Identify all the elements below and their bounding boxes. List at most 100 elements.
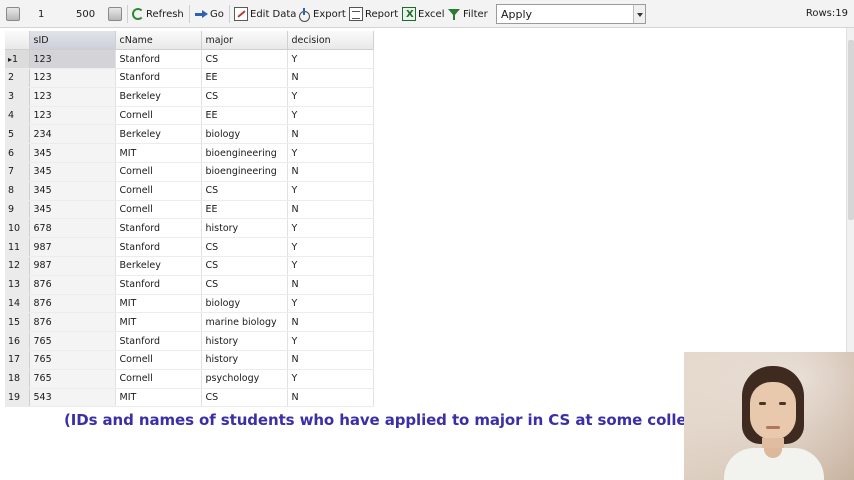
major-cell[interactable]: EE (201, 68, 288, 88)
cname-cell[interactable]: Cornell (115, 350, 202, 370)
table-row[interactable]: 7 345 Cornell bioengineering N (5, 162, 374, 182)
major-cell[interactable]: CS (201, 87, 288, 107)
cname-cell[interactable]: Berkeley (115, 256, 202, 276)
first-page-button[interactable] (6, 6, 22, 22)
row-number-cell[interactable]: 14 (5, 294, 30, 314)
decision-cell[interactable]: N (287, 275, 374, 295)
excel-button[interactable]: Excel (402, 6, 445, 22)
row-number-cell[interactable]: 17 (5, 350, 30, 370)
decision-cell[interactable]: Y (287, 369, 374, 389)
row-number-cell[interactable]: 12 (5, 256, 30, 276)
cname-cell[interactable]: Cornell (115, 181, 202, 201)
sid-cell[interactable]: 234 (29, 124, 116, 145)
decision-cell[interactable]: Y (287, 331, 374, 352)
decision-cell[interactable]: N (287, 162, 374, 182)
table-row[interactable]: ▸1 123 Stanford CS Y (5, 49, 374, 70)
row-number-cell[interactable]: 6 (5, 143, 30, 164)
major-cell[interactable]: bioengineering (201, 162, 288, 182)
sid-cell[interactable]: 543 (29, 388, 116, 408)
filter-apply-select[interactable]: Apply (496, 4, 646, 24)
major-cell[interactable]: biology (201, 124, 288, 145)
row-number-cell[interactable]: 18 (5, 369, 30, 389)
table-row[interactable]: 5 234 Berkeley biology N (5, 124, 374, 145)
major-cell[interactable]: history (201, 331, 288, 352)
major-cell[interactable]: history (201, 350, 288, 370)
sid-cell[interactable]: 876 (29, 275, 116, 295)
major-cell[interactable]: CS (201, 237, 288, 258)
major-cell[interactable]: biology (201, 294, 288, 314)
decision-cell[interactable]: Y (287, 218, 374, 239)
decision-cell[interactable]: Y (287, 143, 374, 164)
row-number-cell[interactable]: 10 (5, 218, 30, 239)
sid-cell[interactable]: 123 (29, 106, 116, 126)
column-header-sid[interactable]: sID (29, 31, 116, 51)
cname-cell[interactable]: Cornell (115, 200, 202, 220)
cname-cell[interactable]: Cornell (115, 106, 202, 126)
cname-cell[interactable]: Stanford (115, 218, 202, 239)
sid-cell[interactable]: 765 (29, 331, 116, 352)
cname-cell[interactable]: Stanford (115, 275, 202, 295)
decision-cell[interactable]: Y (287, 256, 374, 276)
decision-cell[interactable]: Y (287, 237, 374, 258)
major-cell[interactable]: history (201, 218, 288, 239)
decision-cell[interactable]: N (287, 124, 374, 145)
cname-cell[interactable]: Cornell (115, 369, 202, 389)
sid-cell[interactable]: 876 (29, 312, 116, 333)
decision-cell[interactable]: Y (287, 106, 374, 126)
table-row[interactable]: 2 123 Stanford EE N (5, 68, 374, 88)
decision-cell[interactable]: N (287, 388, 374, 408)
cname-cell[interactable]: MIT (115, 143, 202, 164)
edit-data-button[interactable]: Edit Data (234, 6, 296, 22)
row-number-cell[interactable]: 15 (5, 312, 30, 333)
decision-cell[interactable]: Y (287, 294, 374, 314)
row-number-cell[interactable]: 16 (5, 331, 30, 352)
grid-options-button[interactable] (108, 6, 124, 22)
table-row[interactable]: 11 987 Stanford CS Y (5, 237, 374, 258)
decision-cell[interactable]: Y (287, 49, 374, 70)
cname-cell[interactable]: Stanford (115, 237, 202, 258)
decision-cell[interactable]: N (287, 200, 374, 220)
decision-cell[interactable]: N (287, 312, 374, 333)
sid-cell[interactable]: 345 (29, 162, 116, 182)
go-button[interactable]: Go (194, 6, 224, 22)
table-row[interactable]: 13 876 Stanford CS N (5, 275, 374, 295)
major-cell[interactable]: EE (201, 106, 288, 126)
sid-cell[interactable]: 123 (29, 49, 116, 70)
major-cell[interactable]: marine biology (201, 312, 288, 333)
row-number-cell[interactable]: 9 (5, 200, 30, 220)
filter-button[interactable]: Filter (447, 6, 488, 22)
export-button[interactable]: Export (297, 6, 346, 22)
range-end[interactable]: 500 (76, 6, 95, 22)
sid-cell[interactable]: 345 (29, 200, 116, 220)
column-header-cname[interactable]: cName (115, 31, 202, 51)
decision-cell[interactable]: N (287, 68, 374, 88)
report-button[interactable]: Report (349, 6, 398, 22)
major-cell[interactable]: EE (201, 200, 288, 220)
row-number-cell[interactable]: 13 (5, 275, 30, 295)
cname-cell[interactable]: MIT (115, 388, 202, 408)
table-row[interactable]: 9 345 Cornell EE N (5, 200, 374, 220)
sid-cell[interactable]: 987 (29, 237, 116, 258)
table-row[interactable]: 6 345 MIT bioengineering Y (5, 143, 374, 164)
sid-cell[interactable]: 123 (29, 87, 116, 107)
column-header-decision[interactable]: decision (287, 31, 374, 51)
refresh-button[interactable]: Refresh (132, 6, 184, 22)
column-header-major[interactable]: major (201, 31, 288, 51)
sid-cell[interactable]: 765 (29, 350, 116, 370)
sid-cell[interactable]: 987 (29, 256, 116, 276)
sid-cell[interactable]: 345 (29, 143, 116, 164)
row-number-cell[interactable]: ▸1 (5, 49, 30, 70)
major-cell[interactable]: CS (201, 388, 288, 408)
row-number-cell[interactable]: 7 (5, 162, 30, 182)
sid-cell[interactable]: 876 (29, 294, 116, 314)
major-cell[interactable]: CS (201, 49, 288, 70)
decision-cell[interactable]: Y (287, 87, 374, 107)
cname-cell[interactable]: MIT (115, 312, 202, 333)
table-row[interactable]: 3 123 Berkeley CS Y (5, 87, 374, 107)
table-row[interactable]: 4 123 Cornell EE Y (5, 106, 374, 126)
table-row[interactable]: 17 765 Cornell history N (5, 350, 374, 370)
table-row[interactable]: 8 345 Cornell CS Y (5, 181, 374, 201)
row-number-cell[interactable]: 8 (5, 181, 30, 201)
major-cell[interactable]: CS (201, 256, 288, 276)
decision-cell[interactable]: Y (287, 181, 374, 201)
